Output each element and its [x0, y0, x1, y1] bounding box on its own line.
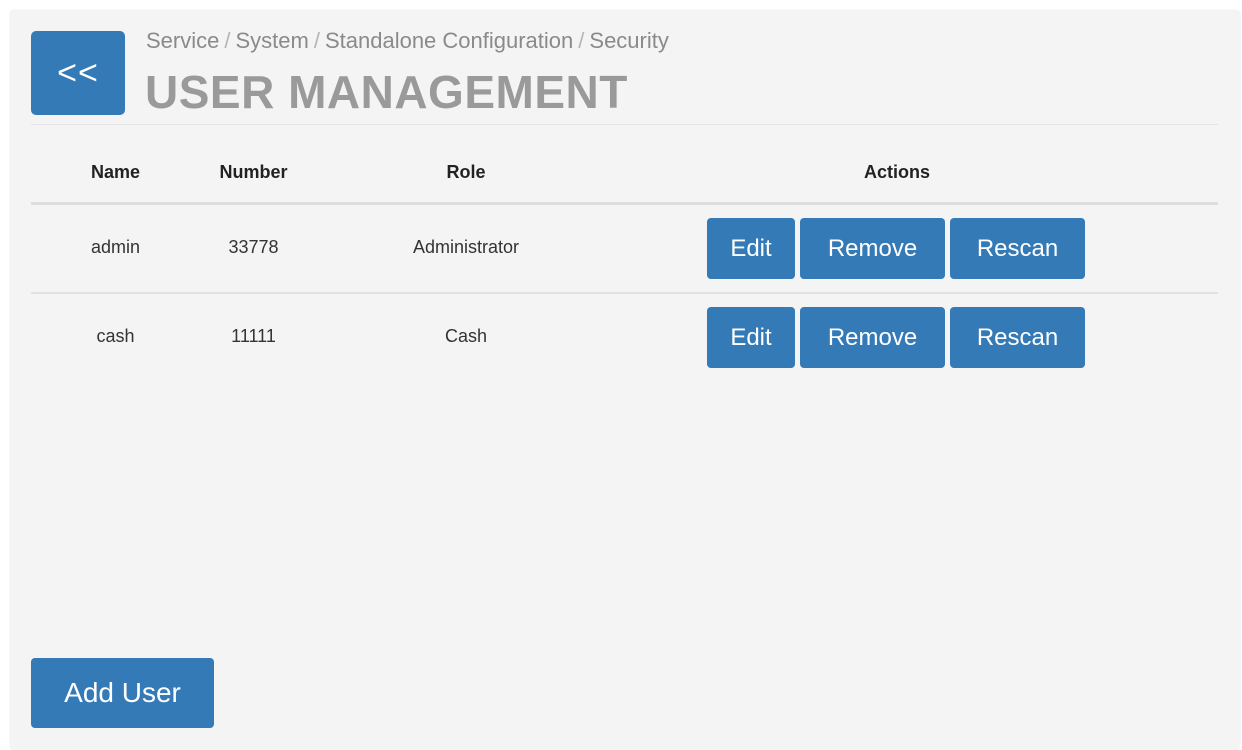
- remove-button[interactable]: Remove: [800, 307, 945, 368]
- user-management-panel: << Service / System / Standalone Configurati…: [10, 10, 1240, 750]
- column-header-name: Name: [90, 162, 141, 182]
- user-role: Cash: [444, 326, 488, 346]
- header-divider: [31, 124, 1218, 125]
- user-role: Administrator: [412, 237, 520, 257]
- user-name: cash: [96, 326, 135, 346]
- user-name: admin: [90, 237, 141, 257]
- breadcrumb-item-security: Security: [589, 28, 669, 53]
- user-number: 33778: [228, 237, 279, 257]
- breadcrumb-item-system[interactable]: System: [235, 28, 308, 53]
- breadcrumb-separator: /: [578, 28, 585, 53]
- table-header: Name Number Role Actions: [31, 150, 1218, 205]
- breadcrumb-item-service[interactable]: Service: [146, 28, 219, 53]
- back-button[interactable]: <<: [31, 31, 125, 115]
- column-header-actions: Actions: [863, 162, 930, 182]
- page-title: USER MANAGEMENT: [145, 66, 628, 118]
- rescan-button[interactable]: Rescan: [950, 307, 1085, 368]
- column-header-role: Role: [446, 162, 486, 182]
- edit-button[interactable]: Edit: [707, 307, 795, 368]
- column-header-number: Number: [219, 162, 288, 182]
- table-row: admin 33778 Administrator Edit Remove Re…: [31, 205, 1218, 294]
- users-table: Name Number Role Actions admin 33778 Adm…: [31, 150, 1218, 381]
- rescan-button[interactable]: Rescan: [950, 218, 1085, 279]
- row-actions: Edit Remove Rescan: [707, 218, 1085, 279]
- breadcrumb: Service / System / Standalone Configuration /…: [146, 28, 669, 54]
- table-row: cash 11111 Cash Edit Remove Rescan: [31, 294, 1218, 381]
- breadcrumb-item-standalone-configuration[interactable]: Standalone Configuration: [325, 28, 573, 53]
- user-number: 11111: [231, 326, 276, 346]
- breadcrumb-separator: /: [313, 28, 320, 53]
- remove-button[interactable]: Remove: [800, 218, 945, 279]
- row-actions: Edit Remove Rescan: [707, 307, 1085, 368]
- edit-button[interactable]: Edit: [707, 218, 795, 279]
- breadcrumb-separator: /: [224, 28, 231, 53]
- add-user-button[interactable]: Add User: [31, 658, 214, 728]
